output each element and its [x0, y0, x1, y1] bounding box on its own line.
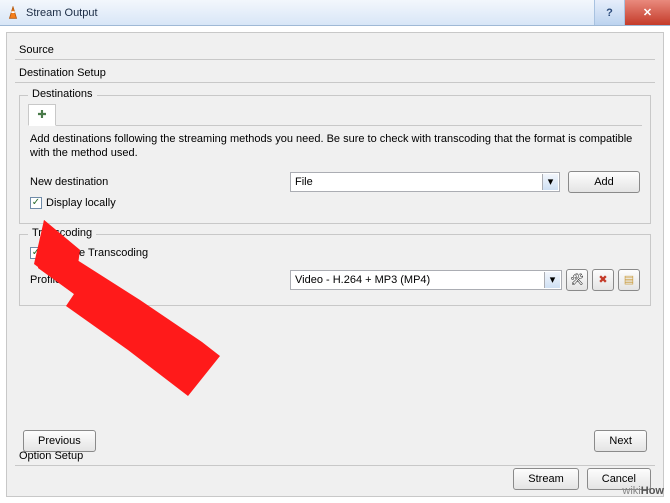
window-title: Stream Output: [26, 7, 594, 19]
window-titlebar: Stream Output ? ✕: [0, 0, 670, 26]
destinations-legend: Destinations: [28, 88, 97, 100]
profile-select[interactable]: Video - H.264 + MP3 (MP4) ▾: [290, 270, 562, 290]
delete-icon: ✖: [598, 273, 607, 286]
section-destination-setup[interactable]: Destination Setup: [15, 64, 655, 83]
activate-transcoding-label: Activate Transcoding: [46, 247, 148, 259]
profile-value: Video - H.264 + MP3 (MP4): [295, 274, 430, 286]
destinations-group: Destinations ✚ Add destinations followin…: [19, 95, 651, 224]
section-option-setup[interactable]: Option Setup: [15, 447, 655, 466]
new-icon: ▤: [624, 273, 634, 286]
destinations-description: Add destinations following the streaming…: [30, 132, 640, 161]
transcoding-group: Transcoding ✓ Activate Transcoding Profi…: [19, 234, 651, 306]
add-button[interactable]: Add: [568, 171, 640, 193]
watermark: wikiHow: [622, 483, 664, 499]
wrench-icon: 🛠: [570, 273, 584, 286]
dialog-body: Source Destination Setup Destinations ✚ …: [6, 32, 664, 497]
new-destination-select[interactable]: File ▾: [290, 172, 560, 192]
chevron-down-icon: ▾: [542, 174, 558, 190]
close-button[interactable]: ✕: [624, 0, 670, 25]
new-destination-value: File: [295, 176, 313, 188]
display-locally-label: Display locally: [46, 197, 116, 209]
plus-icon: ✚: [37, 109, 46, 121]
edit-profile-button[interactable]: 🛠: [566, 269, 588, 291]
stream-button[interactable]: Stream: [513, 468, 578, 490]
vlc-icon: [6, 6, 20, 20]
profile-label: Profile: [30, 274, 290, 286]
section-source[interactable]: Source: [15, 41, 655, 60]
add-destination-tab[interactable]: ✚: [28, 104, 56, 126]
help-button[interactable]: ?: [594, 0, 624, 25]
transcoding-legend: Transcoding: [28, 227, 96, 239]
checkmark-icon: ✓: [30, 197, 42, 209]
destinations-tabstrip: ✚: [28, 104, 642, 126]
new-destination-label: New destination: [30, 176, 290, 188]
display-locally-checkbox[interactable]: ✓ Display locally: [30, 197, 116, 209]
activate-transcoding-checkbox[interactable]: ✓ Activate Transcoding: [30, 247, 148, 259]
checkmark-icon: ✓: [30, 247, 42, 259]
delete-profile-button[interactable]: ✖: [592, 269, 614, 291]
chevron-down-icon: ▾: [544, 272, 560, 288]
new-profile-button[interactable]: ▤: [618, 269, 640, 291]
